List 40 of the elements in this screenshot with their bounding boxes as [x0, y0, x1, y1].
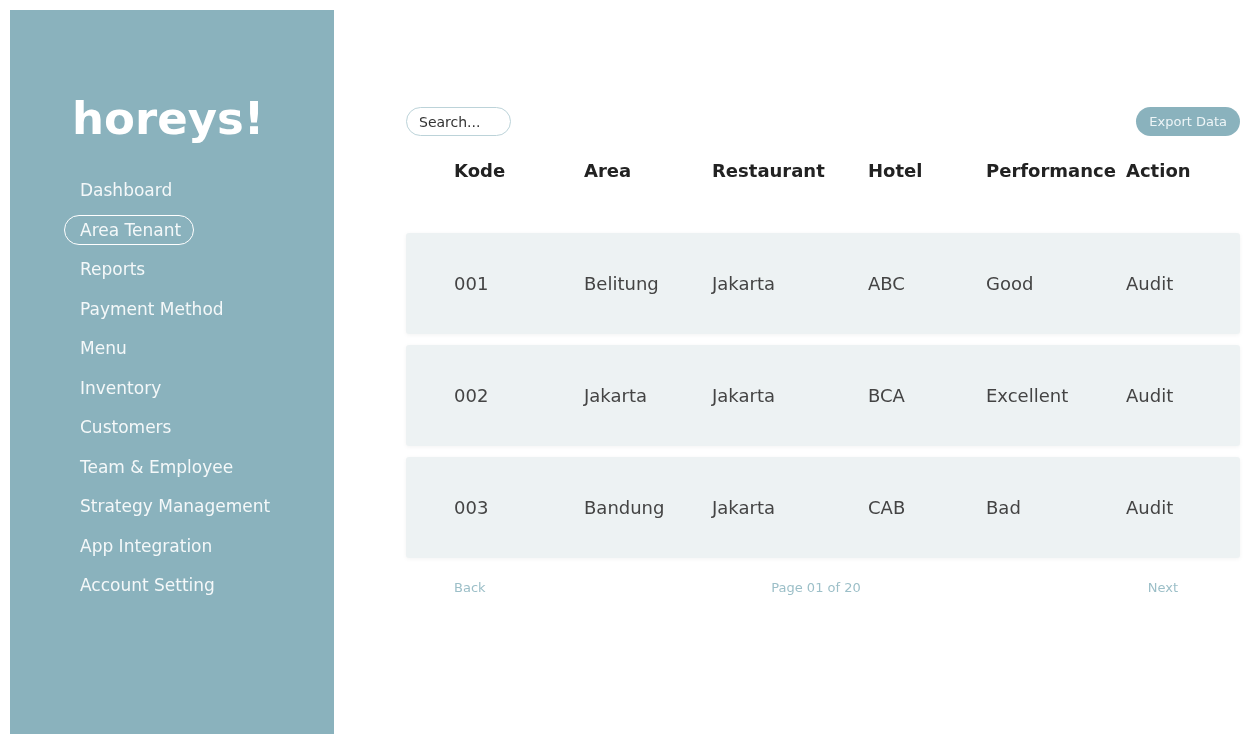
nav-item[interactable]: Payment Method	[64, 293, 237, 324]
nav-item[interactable]: App Integration	[64, 530, 226, 561]
column-header: Action	[1126, 160, 1192, 181]
table-cell-text: Audit	[1126, 497, 1175, 518]
nav-item[interactable]: Strategy Management	[64, 491, 284, 521]
nav-item[interactable]: Reports	[64, 254, 159, 284]
table-cell-text: ABC	[868, 273, 906, 294]
table-cell-text: Audit	[1126, 273, 1175, 294]
table-cell-text: Jakarta	[712, 385, 776, 406]
table-cell-text: Good	[986, 273, 1035, 294]
logo: horeys!	[72, 92, 265, 145]
table-cell-text: Belitung	[584, 273, 660, 294]
nav-item[interactable]: Inventory	[64, 372, 175, 403]
table-cell-text: Excellent	[986, 385, 1070, 406]
table-cell-text: Jakarta	[584, 385, 648, 406]
page-indicator: Page 01 of 20	[771, 580, 861, 595]
column-header: Restaurant	[712, 160, 826, 181]
table-cell-text: 003	[454, 497, 490, 518]
nav-item[interactable]: Customers	[64, 412, 185, 442]
column-header: Performance	[986, 160, 1117, 181]
nav-item[interactable]: Menu	[64, 333, 140, 363]
table-cell-text: CAB	[868, 497, 907, 518]
table-cell-text: Bad	[986, 497, 1022, 518]
table-cell-text: 001	[454, 273, 490, 294]
table-cell-text: 002	[454, 385, 490, 406]
back-link[interactable]: Back	[454, 580, 486, 595]
next-link[interactable]: Next	[1147, 580, 1178, 595]
column-header: Hotel	[868, 160, 924, 181]
nav-item[interactable]: Team & Employee	[64, 451, 247, 482]
table-cell-text: Jakarta	[712, 497, 776, 518]
nav-item[interactable]: Dashboard	[64, 175, 186, 205]
nav-item[interactable]: Account Setting	[64, 570, 228, 600]
column-header: Kode	[454, 160, 507, 181]
export-button[interactable]: Export Data	[1136, 107, 1240, 136]
table-cell-text: Jakarta	[712, 273, 776, 294]
column-header: Area	[584, 160, 633, 181]
table-cell-text: Bandung	[584, 497, 666, 518]
search-field[interactable]: Search...	[406, 107, 511, 136]
table-cell-text: Audit	[1126, 385, 1175, 406]
table-cell-text: BCA	[868, 385, 906, 406]
